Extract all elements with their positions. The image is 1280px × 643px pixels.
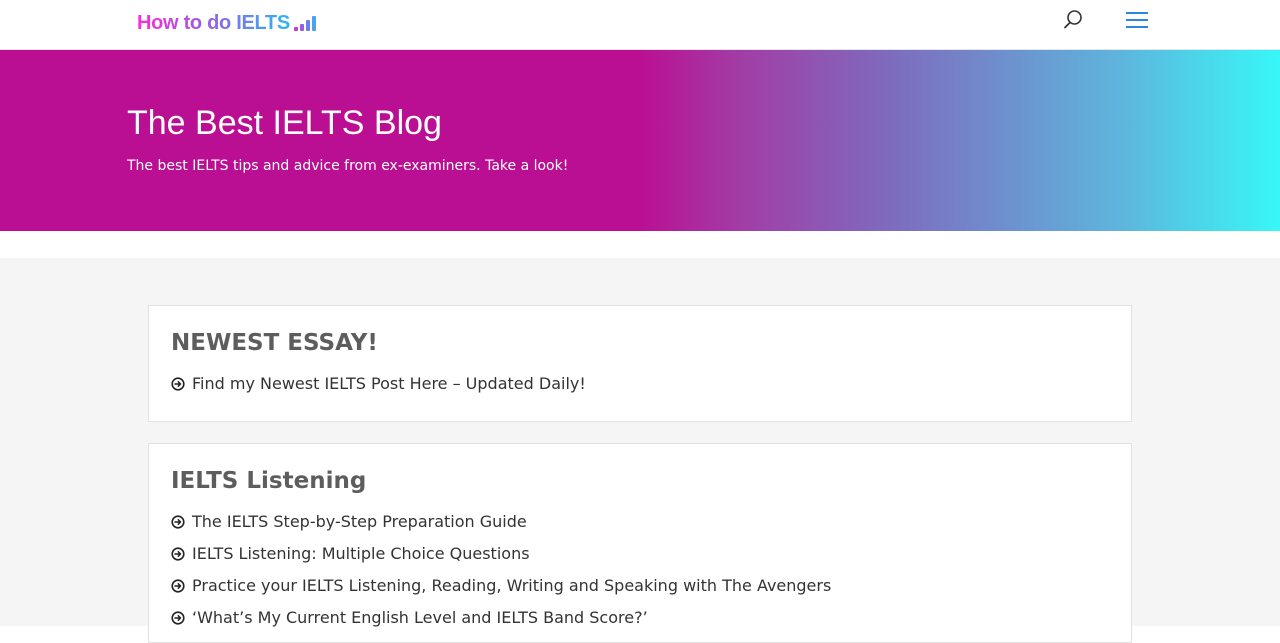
arrow-right-circle-icon	[171, 547, 185, 561]
link-text: Practice your IELTS Listening, Reading, …	[192, 576, 832, 595]
site-logo[interactable]: How to do IELTS	[137, 9, 316, 35]
hamburger-menu-icon	[1126, 12, 1148, 28]
search-icon	[1064, 10, 1082, 29]
list-item-link[interactable]: Practice your IELTS Listening, Reading, …	[171, 570, 831, 602]
site-header: How to do IELTS	[0, 0, 1280, 50]
section-title: IELTS Listening	[171, 468, 367, 494]
arrow-right-circle-icon	[171, 579, 185, 593]
arrow-right-circle-icon	[171, 515, 185, 529]
search-button[interactable]	[1061, 8, 1085, 32]
section-card-ielts-listening: IELTS Listening The IELTS Step-by-Step P…	[148, 443, 1132, 643]
page-title: The Best IELTS Blog	[127, 104, 442, 142]
link-text: ‘What’s My Current English Level and IEL…	[192, 608, 648, 627]
bar-chart-icon	[293, 16, 316, 31]
section-card-newest-essay: NEWEST ESSAY! Find my Newest IELTS Post …	[148, 305, 1132, 422]
list-item-link[interactable]: ‘What’s My Current English Level and IEL…	[171, 602, 831, 634]
hero-banner: The Best IELTS Blog The best IELTS tips …	[0, 50, 1280, 231]
link-list: The IELTS Step-by-Step Preparation Guide…	[171, 506, 831, 634]
list-item-link[interactable]: IELTS Listening: Multiple Choice Questio…	[171, 538, 831, 570]
menu-button[interactable]	[1124, 9, 1150, 31]
logo-text: How to do IELTS	[137, 12, 290, 34]
list-item-link[interactable]: Find my Newest IELTS Post Here – Updated…	[171, 368, 586, 400]
arrow-right-circle-icon	[171, 611, 185, 625]
page-subtitle: The best IELTS tips and advice from ex-e…	[127, 158, 569, 174]
link-text: Find my Newest IELTS Post Here – Updated…	[192, 374, 586, 393]
link-list: Find my Newest IELTS Post Here – Updated…	[171, 368, 586, 400]
link-text: The IELTS Step-by-Step Preparation Guide	[192, 512, 527, 531]
section-title: NEWEST ESSAY!	[171, 330, 378, 356]
list-item-link[interactable]: The IELTS Step-by-Step Preparation Guide	[171, 506, 831, 538]
arrow-right-circle-icon	[171, 377, 185, 391]
link-text: IELTS Listening: Multiple Choice Questio…	[192, 544, 530, 563]
